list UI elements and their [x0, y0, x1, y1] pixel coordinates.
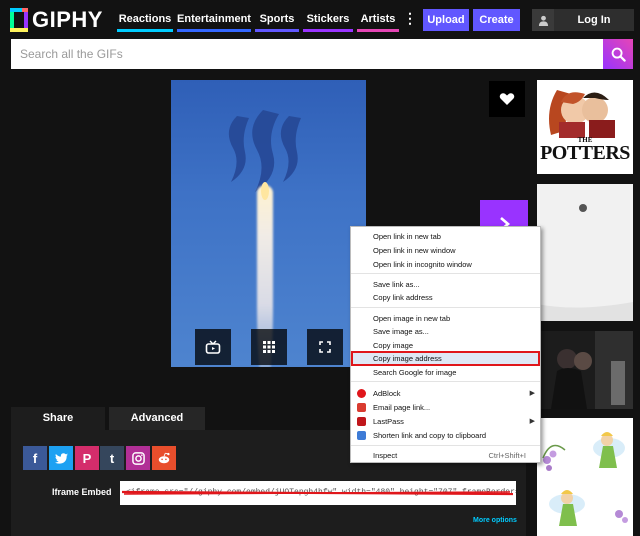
ctx-email-page-link[interactable]: Email page link... [351, 401, 540, 414]
login-label: Log In [577, 14, 611, 26]
email-icon [357, 403, 366, 412]
ctx-separator [351, 381, 540, 382]
tumblr-icon: t [109, 450, 115, 466]
main-gif[interactable] [171, 80, 366, 367]
nav-stickers[interactable]: Stickers [303, 8, 353, 32]
ctx-adblock[interactable]: AdBlock ▶ [351, 387, 540, 400]
ctx-lastpass[interactable]: LastPass ▶ [351, 415, 540, 428]
ctx-open-image-new-tab[interactable]: Open image in new tab [351, 312, 540, 325]
ctx-inspect-label: Inspect [373, 451, 398, 460]
upload-button[interactable]: Upload [423, 9, 469, 31]
tab-share[interactable]: Share [11, 407, 105, 430]
ctx-open-link-incognito[interactable]: Open link in incognito window [351, 258, 540, 271]
create-button[interactable]: Create [473, 9, 520, 31]
search-icon [611, 47, 626, 62]
ctx-separator [351, 307, 540, 308]
grid-button[interactable] [251, 329, 287, 365]
couple-image [537, 331, 633, 409]
ctx-search-google-image[interactable]: Search Google for image [351, 366, 540, 379]
ctx-copy-image-address[interactable]: Copy image address [351, 352, 540, 365]
pinterest-icon: P [82, 450, 92, 466]
favorite-button[interactable] [489, 81, 525, 117]
ctx-open-link-new-window[interactable]: Open link in new window [351, 244, 540, 257]
ctx-save-image-as[interactable]: Save image as... [351, 325, 540, 338]
pinterest-share-button[interactable]: P [75, 446, 99, 470]
search-bar [11, 39, 633, 69]
ctx-shorten-link[interactable]: Shorten link and copy to clipboard [351, 429, 540, 442]
user-icon [532, 9, 554, 31]
reddit-icon [158, 452, 170, 464]
paper-image [537, 184, 633, 321]
shorten-link-icon [357, 431, 366, 440]
ctx-copy-link-address[interactable]: Copy link address [351, 291, 540, 304]
header: GIPHY Reactions Entertainment Sports Sti… [0, 0, 640, 38]
instagram-share-button[interactable] [126, 446, 150, 470]
more-options-link[interactable]: More options [473, 517, 517, 524]
context-menu: Open link in new tab Open link in new wi… [350, 226, 541, 463]
giphy-logo[interactable]: GIPHY [10, 7, 103, 33]
tv-icon [205, 340, 221, 354]
ctx-separator [351, 445, 540, 446]
submenu-arrow-icon: ▶ [529, 390, 535, 397]
tv-button[interactable] [195, 329, 231, 365]
ctx-save-link-as[interactable]: Save link as... [351, 278, 540, 291]
ctx-inspect-shortcut: Ctrl+Shift+I [488, 451, 526, 460]
thumbnail-couple[interactable] [537, 331, 633, 409]
potters-title-text: POTTERS [540, 142, 630, 164]
facebook-icon: f [32, 450, 38, 466]
giphy-logo-icon [10, 8, 28, 32]
lastpass-icon [357, 417, 366, 426]
twitter-share-button[interactable] [49, 446, 73, 470]
ctx-shorten-label: Shorten link and copy to clipboard [373, 431, 486, 440]
redaction-scribble [121, 490, 514, 496]
steem-logo-image [228, 110, 301, 192]
grid-icon [263, 341, 275, 353]
thumbnail-potters[interactable]: THE POTTERS [537, 80, 633, 174]
ctx-separator [351, 273, 540, 274]
expand-icon [319, 341, 331, 353]
instagram-icon [131, 451, 145, 465]
nav-sports[interactable]: Sports [255, 8, 299, 32]
reddit-share-button[interactable] [152, 446, 176, 470]
nav-reactions[interactable]: Reactions [117, 8, 173, 32]
nav-entertainment[interactable]: Entertainment [177, 8, 251, 32]
tumblr-share-button[interactable]: t [100, 446, 124, 470]
search-input[interactable] [11, 39, 603, 69]
thumbnail-fairies[interactable] [537, 418, 633, 536]
more-menu-icon[interactable]: ⋮ [403, 8, 417, 32]
ctx-open-link-new-tab[interactable]: Open link in new tab [351, 230, 540, 243]
heart-icon [499, 93, 515, 105]
submenu-arrow-icon: ▶ [529, 418, 535, 425]
search-button[interactable] [603, 39, 633, 69]
ctx-inspect[interactable]: Inspect Ctrl+Shift+I [351, 449, 540, 462]
iframe-embed-label: Iframe Embed [52, 487, 112, 497]
ctx-adblock-label: AdBlock [373, 389, 401, 398]
nav-artists[interactable]: Artists [357, 8, 399, 32]
rocket-flame [261, 182, 269, 200]
facebook-share-button[interactable]: f [23, 446, 47, 470]
adblock-icon [357, 389, 366, 398]
login-button[interactable]: Log In [532, 9, 634, 31]
ctx-email-label: Email page link... [373, 403, 431, 412]
tab-advanced[interactable]: Advanced [109, 407, 205, 430]
thumbnail-paper[interactable] [537, 184, 633, 321]
twitter-icon [54, 452, 68, 464]
main-nav: Reactions Entertainment Sports Stickers … [117, 8, 421, 32]
ctx-lastpass-label: LastPass [373, 417, 404, 426]
fairies-image [537, 418, 633, 536]
expand-button[interactable] [307, 329, 343, 365]
logo-text: GIPHY [32, 7, 103, 32]
